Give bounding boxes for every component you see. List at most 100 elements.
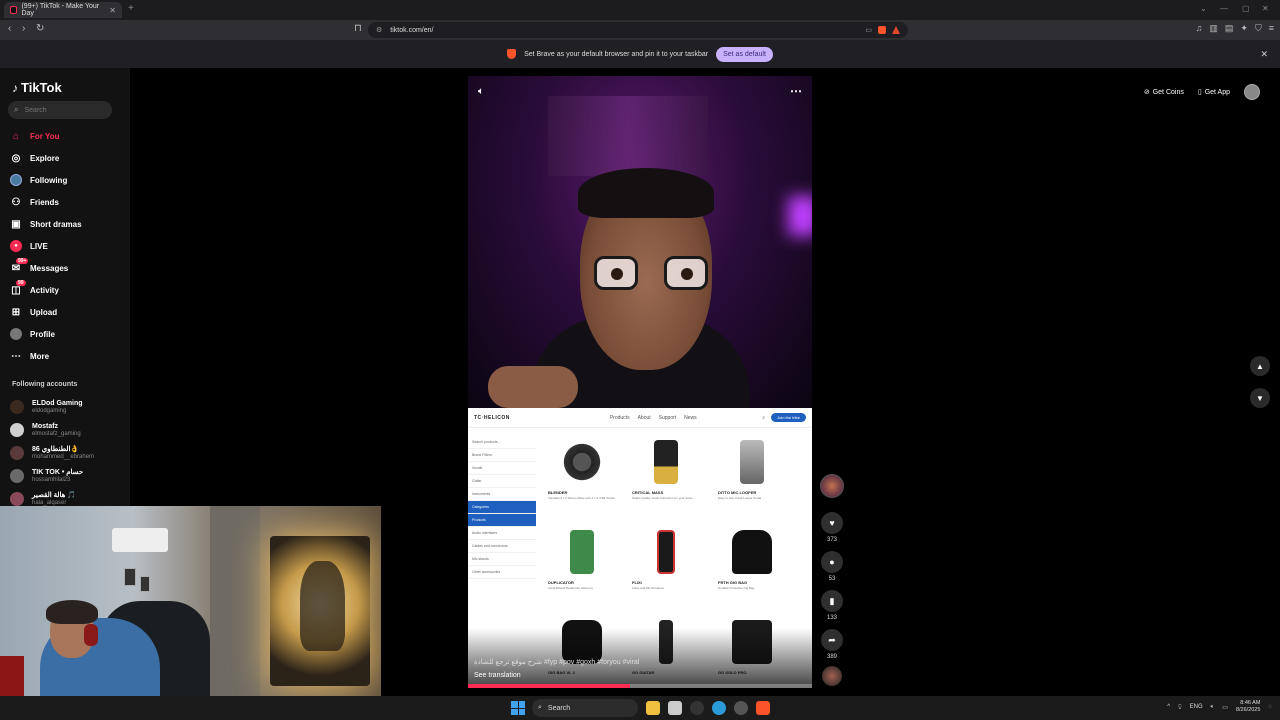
nav-live[interactable]: ● LIVE — [10, 237, 120, 255]
back-icon[interactable]: ‹ — [8, 23, 11, 34]
site-logo: TC·HELICON — [474, 414, 510, 421]
glasses-lens — [664, 256, 708, 290]
browser-tab[interactable]: (99+) TikTok - Make Your Day ✕ — [4, 2, 122, 18]
get-app-button[interactable]: ▯ Get App — [1197, 88, 1230, 97]
settings-icon[interactable] — [734, 701, 748, 715]
mic-icon[interactable]: ⍜ — [1178, 704, 1182, 711]
battery-icon[interactable]: ▭ — [1222, 704, 1228, 711]
heart-icon[interactable]: ♥ — [821, 512, 843, 534]
get-coins-button[interactable]: ⊘ Get Coins — [1144, 88, 1184, 97]
menu-icon[interactable]: ≡ — [1269, 23, 1274, 34]
friends-icon: ⚇ — [11, 196, 21, 208]
volume-icon[interactable]: 🔈︎ — [478, 86, 484, 97]
filter-row: Brand Filters — [468, 449, 536, 462]
store-icon[interactable] — [668, 701, 682, 715]
next-video-button[interactable]: ▼ — [1250, 388, 1270, 408]
user-avatar[interactable] — [1244, 84, 1260, 100]
comment-icon[interactable]: ● — [821, 551, 843, 573]
close-window-icon[interactable]: ✕ — [1262, 4, 1269, 13]
speaker-icon[interactable]: 🔈︎ — [1211, 704, 1215, 711]
tiktok-logo[interactable]: ♪ TikTok — [12, 80, 62, 95]
edge-icon[interactable] — [712, 701, 726, 715]
site-info-icon[interactable]: ⚙ — [376, 26, 382, 34]
account-handle: mohammed__ebrahem — [32, 453, 95, 460]
new-tab-icon[interactable]: + — [128, 3, 134, 14]
filter-row: Other accessories — [468, 566, 536, 579]
product-name: FLIXI — [632, 580, 642, 585]
video-caption[interactable]: شرح موقع ترجع للشادة #fyp #pov #goxh #fo… — [474, 658, 734, 666]
nav-explore[interactable]: ◎ Explore — [10, 149, 120, 167]
video-player[interactable]: 🔈︎ ⋯ TC·HELICON Products About Support N… — [468, 76, 812, 688]
url-field[interactable]: ⚙ tiktok.com/en/ ▭ — [368, 22, 908, 38]
phone-icon: ▯ — [1197, 89, 1202, 96]
share-action[interactable]: ➦ 389 — [820, 629, 844, 660]
account-item[interactable]: الطنطاوي 86👌 mohammed__ebrahem — [10, 442, 120, 464]
nav-short-dramas[interactable]: ▣ Short dramas — [10, 215, 120, 233]
nav-messages[interactable]: ✉ 99+ Messages — [10, 258, 120, 277]
language-indicator[interactable]: ENG — [1190, 704, 1203, 710]
close-tab-icon[interactable]: ✕ — [109, 6, 116, 15]
more-icon: ⋯ — [11, 350, 21, 362]
nav-following[interactable]: Following — [10, 171, 120, 189]
nav-more[interactable]: ⋯ More — [10, 347, 120, 365]
brave-shield-icon[interactable] — [878, 26, 886, 34]
nav-friends[interactable]: ⚇ Friends — [10, 193, 120, 211]
wall-frame — [124, 568, 136, 586]
account-item[interactable]: Mostafz elmostafz_gaming — [10, 419, 120, 441]
file-explorer-icon[interactable] — [646, 701, 660, 715]
bookmark-icon[interactable]: ⊓ — [354, 23, 362, 34]
site-nav: TC·HELICON Products About Support News ⌕… — [468, 408, 812, 428]
sidebar-toggle-icon[interactable]: ▥ — [1209, 23, 1218, 34]
taskbar-search[interactable]: ⌕ Search — [532, 699, 638, 717]
brave-rewards-icon[interactable] — [892, 26, 900, 34]
save-action[interactable]: ▮ 133 — [820, 590, 844, 621]
reload-icon[interactable]: ↻ — [36, 23, 44, 34]
maximize-icon[interactable]: ▢ — [1242, 4, 1250, 13]
bookmark-save-icon[interactable]: ▮ — [821, 590, 843, 612]
extensions-icon[interactable]: ✦ — [1240, 23, 1248, 34]
search-input[interactable] — [24, 106, 105, 114]
share-icon[interactable]: ➦ — [821, 629, 843, 651]
vpn-icon[interactable]: ⛉ — [1255, 23, 1262, 34]
media-icon[interactable]: ♫ — [1196, 23, 1203, 34]
chevron-up-icon[interactable]: ^ — [1167, 704, 1170, 710]
account-item[interactable]: TIK TOK • حسام hossamhilal23 — [10, 465, 120, 487]
account-item[interactable]: ELDod Gaming eldodgaming — [10, 396, 120, 418]
forward-icon[interactable]: › — [22, 23, 25, 34]
windows-start-icon[interactable] — [511, 701, 525, 715]
background-shelf — [548, 96, 708, 176]
headset — [84, 624, 98, 646]
previous-video-button[interactable]: ▲ — [1250, 356, 1270, 376]
address-bar-row: ‹ › ↻ ⊓ ⚙ tiktok.com/en/ ▭ ♫ ▥ ▤ ✦ ⛉ ≡ — [0, 20, 1280, 40]
notification-icon[interactable]: ◌ — [1268, 704, 1272, 710]
brave-taskbar-icon[interactable] — [756, 701, 770, 715]
site-filter-sidebar: Search products... Brand Filters Vocals … — [468, 436, 536, 579]
nav-activity[interactable]: ◫ 99 Activity — [10, 280, 120, 299]
presenter-hair — [578, 168, 714, 218]
top-right-actions: ⊘ Get Coins ▯ Get App — [1144, 84, 1260, 100]
see-translation-link[interactable]: See translation — [474, 672, 521, 679]
cast-icon[interactable]: ▭ — [865, 26, 872, 34]
video-progress-bar[interactable] — [468, 684, 812, 688]
app-icon[interactable] — [690, 701, 704, 715]
comment-action[interactable]: ● 53 — [820, 551, 844, 582]
nav-upload[interactable]: ⊞ Upload — [10, 303, 120, 321]
product-desc: Easy to Use Vocal Looper Pedal — [718, 496, 762, 500]
search-box[interactable]: ⌕ — [8, 101, 112, 119]
nav-profile[interactable]: Profile — [10, 325, 120, 343]
music-disc-avatar[interactable] — [822, 666, 842, 686]
purple-light — [788, 196, 812, 236]
nav-for-you[interactable]: ⌂ For You — [10, 127, 120, 145]
like-action[interactable]: ♥ 373 — [820, 512, 844, 543]
minimize-icon[interactable]: — — [1220, 4, 1228, 13]
wallet-icon[interactable]: ▤ — [1225, 23, 1234, 34]
close-notice-icon[interactable]: ✕ — [1260, 49, 1268, 60]
creator-avatar[interactable] — [820, 474, 844, 498]
clock[interactable]: 8:46 AM 8/26/2025 — [1236, 700, 1260, 714]
tab-search-icon[interactable]: ⌄ — [1200, 4, 1207, 13]
site-links: Products About Support News — [610, 415, 697, 421]
more-options-icon[interactable]: ⋯ — [790, 84, 802, 98]
nav-label: Short dramas — [30, 219, 82, 229]
set-default-button[interactable]: Set as default — [716, 46, 773, 62]
taskbar-search-label: Search — [547, 704, 571, 712]
